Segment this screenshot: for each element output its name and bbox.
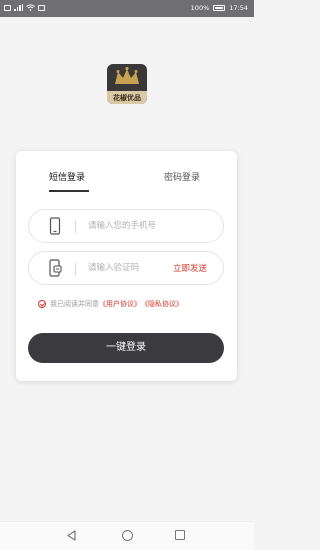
user-agreement-link[interactable]: 《用户协议》	[99, 299, 141, 309]
agreement-row: 我已阅读并同意 《用户协议》 《隐私协议》	[38, 299, 183, 309]
agreement-checkbox[interactable]	[38, 300, 46, 308]
login-card: 短信登录 密码登录 立即发送 我已阅读并同意 《用户协议》 《隐私协议》 一键登…	[16, 151, 237, 381]
status-bar-left	[4, 4, 45, 11]
status-bar-right: 100% 17:54	[191, 4, 248, 12]
verification-code-icon	[49, 259, 62, 277]
agreement-text: 我已阅读并同意	[50, 300, 99, 308]
status-bar: 100% 17:54	[0, 0, 254, 17]
tab-sms-login[interactable]: 短信登录	[49, 170, 85, 183]
field-divider	[75, 221, 76, 233]
app-logo: 花椒优品	[107, 64, 147, 104]
home-icon[interactable]	[122, 530, 133, 541]
tab-password-login[interactable]: 密码登录	[164, 170, 200, 183]
phone-field	[28, 209, 224, 243]
crown-icon	[115, 66, 139, 84]
system-nav-bar	[0, 521, 254, 550]
one-click-login-button[interactable]: 一键登录	[28, 333, 224, 363]
field-divider	[75, 263, 76, 275]
back-icon[interactable]	[66, 530, 77, 541]
hd-icon	[4, 4, 11, 11]
active-tab-indicator	[49, 190, 89, 192]
phone-icon	[49, 217, 61, 235]
clock: 17:54	[229, 4, 248, 12]
recent-apps-icon[interactable]	[175, 530, 185, 540]
signal-icon	[14, 4, 23, 11]
privacy-agreement-link[interactable]: 《隐私协议》	[141, 299, 183, 309]
phone-input[interactable]	[88, 218, 168, 234]
wifi-icon	[26, 4, 35, 11]
send-code-button[interactable]: 立即发送	[173, 262, 207, 274]
code-input[interactable]	[88, 260, 168, 276]
battery-percent: 100%	[190, 4, 210, 12]
battery-icon	[213, 5, 226, 11]
code-field: 立即发送	[28, 251, 224, 285]
tiktok-icon	[38, 4, 45, 11]
logo-text: 花椒优品	[107, 91, 147, 104]
